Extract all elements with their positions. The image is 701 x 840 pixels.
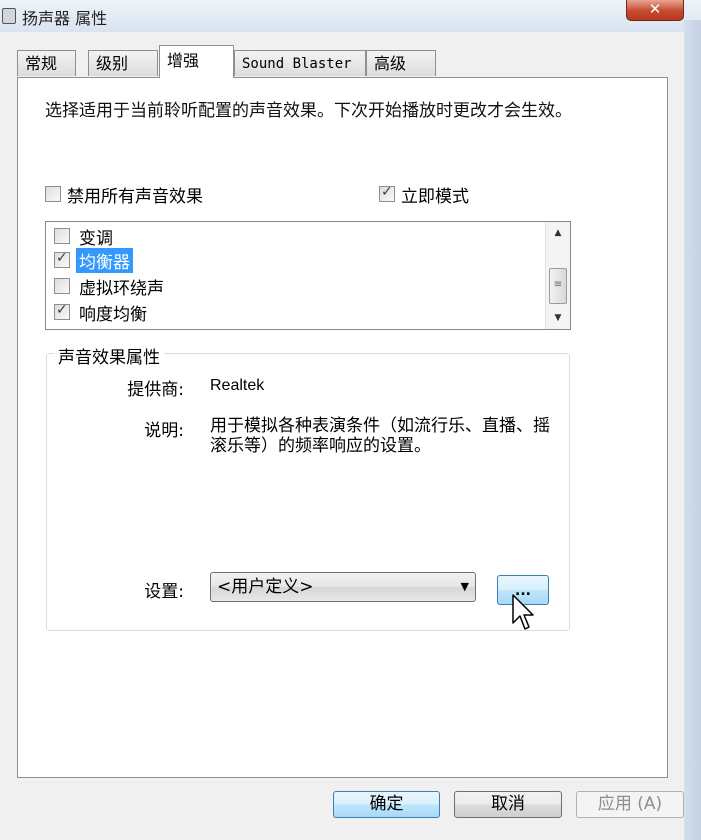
immediate-mode-checkbox[interactable]: 立即模式 (379, 184, 469, 207)
setting-label: 设置: (144, 582, 184, 602)
provider-value: Realtek (210, 377, 265, 394)
tab-sound-blaster[interactable]: Sound Blaster (234, 50, 366, 76)
tab-general[interactable]: 常规 (17, 50, 76, 76)
checkbox-box[interactable] (54, 278, 70, 294)
ok-button[interactable]: 确定 (333, 791, 440, 818)
setting-dropdown[interactable]: <用户定义> ▼ (210, 572, 476, 602)
effect-label: 均衡器 (76, 247, 133, 273)
mouse-cursor-icon (512, 594, 534, 630)
disable-all-label: 禁用所有声音效果 (67, 186, 203, 207)
tab-levels[interactable]: 级别 (88, 50, 158, 76)
checkbox-box[interactable] (379, 184, 395, 202)
setting-value: <用户定义> (217, 577, 314, 597)
cancel-button[interactable]: 取消 (454, 791, 562, 818)
scroll-up-arrow-icon[interactable]: ▲ (546, 224, 570, 242)
list-item[interactable]: 变调 (54, 225, 116, 249)
list-item[interactable]: 虚拟环绕声 (54, 275, 167, 299)
effect-label: 虚拟环绕声 (79, 278, 164, 299)
title-bar[interactable]: 扬声器 属性 ✕ (0, 0, 701, 32)
effects-listbox[interactable]: 变调 均衡器 虚拟环绕声 响度均衡 ▲ ≡ ▼ (45, 221, 571, 330)
group-title: 声音效果属性 (54, 343, 164, 368)
tab-enhancements[interactable]: 增强 (159, 45, 234, 78)
description-label: 说明: (144, 421, 184, 441)
speaker-icon (2, 8, 16, 24)
window-frame (684, 20, 701, 840)
effect-label: 响度均衡 (79, 304, 147, 325)
close-button[interactable]: ✕ (626, 0, 684, 21)
tab-advanced[interactable]: 高级 (366, 50, 436, 76)
immediate-mode-label: 立即模式 (401, 186, 469, 207)
vertical-scrollbar[interactable]: ▲ ≡ ▼ (545, 222, 570, 329)
window-title: 扬声器 属性 (22, 9, 108, 28)
checkbox-box[interactable] (45, 186, 61, 202)
provider-label: 提供商: (127, 380, 184, 400)
list-item[interactable]: 均衡器 (54, 247, 133, 273)
checkbox-box[interactable] (54, 250, 70, 268)
effect-description: 用于模拟各种表演条件（如流行乐、直播、摇滚乐等）的频率响应的设置。 (210, 416, 550, 456)
close-icon: ✕ (648, 0, 662, 18)
disable-all-checkbox[interactable]: 禁用所有声音效果 (45, 184, 203, 207)
scroll-down-arrow-icon[interactable]: ▼ (546, 309, 570, 327)
description-text: 选择适用于当前聆听配置的声音效果。下次开始播放时更改才会生效。 (45, 101, 572, 121)
scroll-thumb[interactable]: ≡ (549, 268, 567, 304)
effect-label: 变调 (79, 228, 113, 249)
list-item[interactable]: 响度均衡 (54, 301, 150, 325)
checkbox-box[interactable] (54, 302, 70, 320)
dropdown-arrow-icon[interactable]: ▼ (461, 573, 469, 601)
apply-button[interactable]: 应用 (A) (576, 791, 684, 818)
checkbox-box[interactable] (54, 228, 70, 244)
